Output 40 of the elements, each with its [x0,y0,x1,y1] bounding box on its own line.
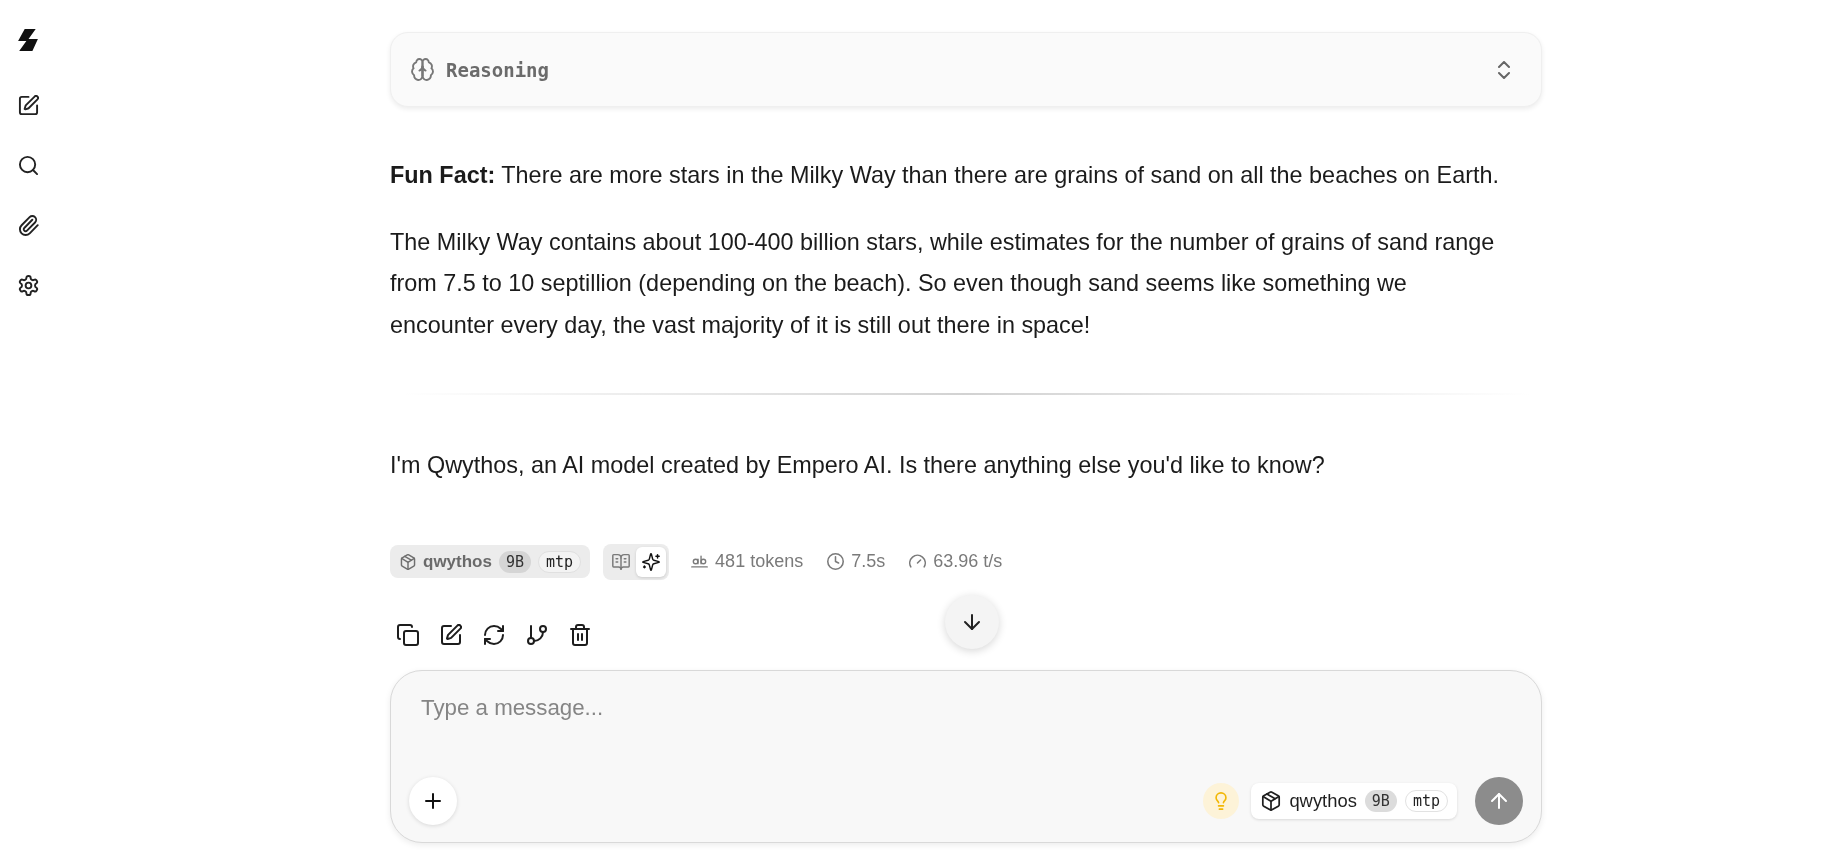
edit-icon[interactable] [440,623,462,646]
view-mode-button[interactable] [636,546,667,577]
generation-speed: 63.96 t/s [933,551,1003,572]
model-tag-badge: mtp [1404,789,1448,812]
underlined-letters-icon [691,553,709,570]
logo-icon[interactable] [17,29,39,51]
brain-icon [411,58,434,81]
reasoning-toggle-button[interactable] [1203,782,1240,819]
package-icon [1261,790,1282,811]
book-icon [612,552,631,571]
token-count: 481 tokens [715,551,804,572]
composer-panel[interactable]: Type a message... qwythos 9B mtp [390,669,1542,843]
paperclip-icon[interactable] [17,214,39,236]
reasoning-panel[interactable]: Reasoning [390,32,1542,107]
model-name: qwythos [423,551,492,572]
arrow-down-icon [961,611,983,633]
model-tag-badge: mtp [538,550,582,573]
model-size-badge: 9B [498,550,531,573]
gauge-icon [909,553,927,570]
refresh-icon[interactable] [483,623,505,646]
chevrons-up-down-icon [1495,60,1513,79]
settings-icon[interactable] [17,274,39,296]
message-paragraph: I'm Qwythos, an AI model created by Empero AI. Is there anything else you'd like to know? [390,451,1326,480]
model-size-badge: 9B [1364,789,1397,812]
package-icon [400,553,416,570]
search-icon[interactable] [17,154,39,176]
message-paragraph: The Milky Way contains about 100-400 billion stars, while estimates for the number of grains of sand range from 7.5 to 10 septillion (depending on the beach). So even though sand seems like something we encounter every day, the vast majority of it is still out there in space! [390,227,1496,340]
branch-icon[interactable] [526,623,548,646]
clock-icon [827,553,845,570]
message-input[interactable]: Type a message... [391,670,1541,777]
edit-icon[interactable] [17,94,39,116]
scroll-down-button[interactable] [945,595,999,649]
model-selector-button[interactable]: qwythos 9B mtp [1251,782,1457,819]
add-button[interactable] [409,776,457,825]
generation-time: 7.5s [851,551,886,572]
message-paragraph: Fun Fact: There are more stars in the Milky Way than there are grains of sand on all the beaches on Earth. [390,161,1500,190]
copy-icon[interactable] [397,623,419,646]
sparkles-icon [642,552,661,571]
reasoning-label: Reasoning [446,58,549,81]
trash-icon[interactable] [569,623,591,646]
